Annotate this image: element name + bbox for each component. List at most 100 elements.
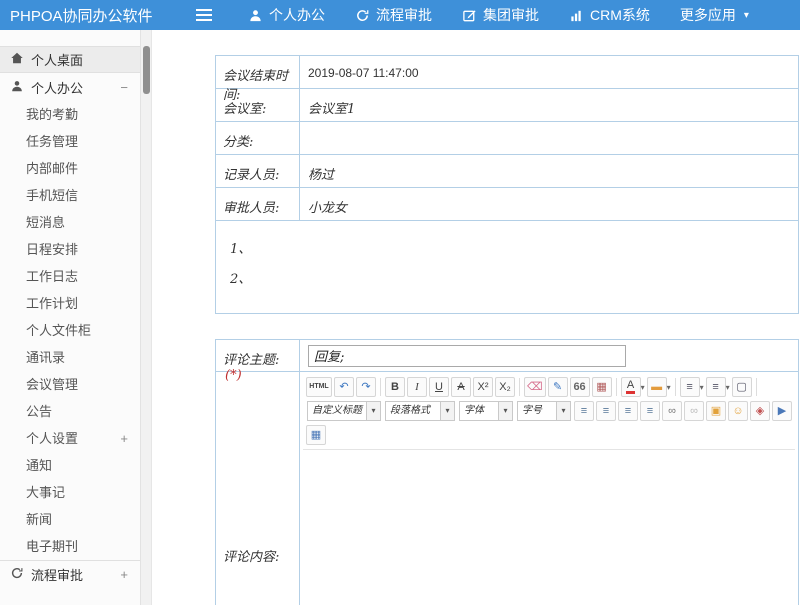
sidebar-item-schedule[interactable]: 日程安排 [0, 236, 140, 263]
sidebar-item-personal-settings[interactable]: 个人设置 + [0, 425, 140, 452]
custom-title-dropdown[interactable]: 自定义标题 ▾ [307, 401, 381, 421]
recorder-row: 记录人员: 杨过 [216, 155, 798, 188]
emoticon-icon[interactable]: ☺ [728, 401, 748, 421]
meeting-end-time-row: 会议结束时间: 2019-08-07 11:47:00 [216, 56, 798, 89]
font-family-dropdown[interactable]: 字体 ▾ [459, 401, 513, 421]
refresh-icon [355, 8, 370, 23]
comment-subject-input[interactable] [308, 345, 626, 367]
undo-icon[interactable]: ↶ [334, 377, 354, 397]
sidebar-item-personal-files[interactable]: 个人文件柜 [0, 317, 140, 344]
source-html-button[interactable]: HTML [306, 377, 332, 397]
superscript-button[interactable]: X² [473, 377, 493, 397]
caret-down-icon[interactable]: ▾ [667, 383, 671, 392]
expand-icon[interactable]: + [120, 425, 128, 452]
sidebar-item-personal-desktop[interactable]: 个人桌面 [0, 46, 140, 73]
comment-form-table: 评论主题: (*) 评论内容: HTML ↶ ↷ [215, 339, 799, 605]
font-size-dropdown[interactable]: 字号 ▾ [517, 401, 571, 421]
align-right-button[interactable]: ≡ [618, 401, 638, 421]
sidebar-item-mobile-sms[interactable]: 手机短信 [0, 182, 140, 209]
content-line: 1、 [230, 235, 798, 265]
field-value: 杨过 [300, 155, 798, 187]
sidebar-item-announcement[interactable]: 公告 [0, 398, 140, 425]
menu-toggle-icon[interactable] [196, 5, 222, 25]
new-document-button[interactable]: ▢ [732, 377, 752, 397]
app-title: PHPOA协同办公软件 [0, 5, 196, 26]
editor-toolbar-row1: HTML ↶ ↷ B I U A X² X₂ ⌫ ✎ [303, 375, 795, 399]
field-label: 会议结束时间: [216, 56, 300, 88]
table-grid-icon[interactable]: ▦ [592, 377, 612, 397]
toolbar-separator [519, 378, 520, 396]
edit-icon [462, 8, 477, 23]
field-value: HTML ↶ ↷ B I U A X² X₂ ⌫ ✎ [300, 372, 798, 605]
sidebar-item-internal-mail[interactable]: 内部邮件 [0, 155, 140, 182]
align-left-button[interactable]: ≡ [574, 401, 594, 421]
caret-down-icon: ▾ [744, 10, 749, 21]
sidebar-item-contacts[interactable]: 通讯录 [0, 344, 140, 371]
comment-content-row: 评论内容: HTML ↶ ↷ B I U A X² [216, 372, 798, 605]
vertical-scrollbar[interactable] [140, 30, 152, 605]
sidebar-item-big-events[interactable]: 大事记 [0, 479, 140, 506]
underline-button[interactable]: U [429, 377, 449, 397]
sidebar-item-e-journal[interactable]: 电子期刊 [0, 533, 140, 560]
category-row: 分类: [216, 122, 798, 155]
toolbar-separator [675, 378, 676, 396]
nav-more-apps[interactable]: 更多应用 ▾ [680, 5, 749, 25]
sidebar-item-notice[interactable]: 通知 [0, 452, 140, 479]
redo-icon[interactable]: ↷ [356, 377, 376, 397]
caret-down-icon[interactable]: ▾ [441, 401, 455, 421]
rich-text-editor: HTML ↶ ↷ B I U A X² X₂ ⌫ ✎ [303, 375, 795, 605]
nav-personal-office[interactable]: 个人办公 [248, 5, 325, 25]
ordered-list-button[interactable]: ≡ [680, 377, 700, 397]
subscript-button[interactable]: X₂ [495, 377, 515, 397]
unlink-icon[interactable]: ∞ [684, 401, 704, 421]
sidebar-item-task-management[interactable]: 任务管理 [0, 128, 140, 155]
remove-format-icon[interactable]: ⌫ [524, 377, 546, 397]
link-icon[interactable]: ∞ [662, 401, 682, 421]
blockquote-icon[interactable]: 66 [570, 377, 590, 397]
caret-down-icon[interactable]: ▾ [499, 401, 513, 421]
sidebar-item-work-plan[interactable]: 工作计划 [0, 290, 140, 317]
align-center-button[interactable]: ≡ [596, 401, 616, 421]
flash-icon[interactable]: ◈ [750, 401, 770, 421]
field-label: 会议室: [216, 89, 300, 121]
sidebar-item-meeting-management[interactable]: 会议管理 [0, 371, 140, 398]
sidebar-item-my-attendance[interactable]: 我的考勤 [0, 101, 140, 128]
bold-button[interactable]: B [385, 377, 405, 397]
insert-table-button[interactable]: ▦ [306, 425, 326, 445]
caret-down-icon[interactable]: ▾ [367, 401, 381, 421]
collapse-icon[interactable]: − [120, 80, 128, 95]
sidebar-group-workflow-approval[interactable]: 流程审批 + [0, 560, 140, 588]
nav-group-approval[interactable]: 集团审批 [462, 5, 539, 25]
sidebar-item-work-log[interactable]: 工作日志 [0, 263, 140, 290]
caret-down-icon[interactable]: ▾ [700, 383, 704, 392]
caret-down-icon[interactable]: ▾ [726, 383, 730, 392]
expand-icon[interactable]: + [120, 567, 128, 582]
caret-down-icon[interactable]: ▾ [557, 401, 571, 421]
editor-content-area[interactable] [303, 449, 795, 605]
unordered-list-button[interactable]: ≡ [706, 377, 726, 397]
italic-button[interactable]: I [407, 377, 427, 397]
sidebar-item-short-message[interactable]: 短消息 [0, 209, 140, 236]
format-brush-icon[interactable]: ✎ [548, 377, 568, 397]
field-label: 审批人员: [216, 188, 300, 220]
insert-image-icon[interactable]: ▣ [706, 401, 726, 421]
toolbar-separator [380, 378, 381, 396]
caret-down-icon[interactable]: ▾ [641, 383, 645, 392]
field-value: 2019-08-07 11:47:00 [300, 56, 798, 88]
nav-crm[interactable]: CRM系统 [569, 5, 650, 25]
nav-workflow-approval[interactable]: 流程审批 [355, 5, 432, 25]
topbar: PHPOA协同办公软件 个人办公 流程审批 集团审批 CRM系统 更多应用 ▾ [0, 0, 800, 30]
toolbar-separator [616, 378, 617, 396]
field-value [300, 122, 798, 154]
strikethrough-button[interactable]: A [451, 377, 471, 397]
sidebar-item-news[interactable]: 新闻 [0, 506, 140, 533]
field-label: 分类: [216, 122, 300, 154]
align-justify-button[interactable]: ≡ [640, 401, 660, 421]
highlighter-button[interactable]: ▬ [647, 377, 667, 397]
font-color-button[interactable]: A [621, 377, 641, 397]
sidebar-group-personal-office[interactable]: 个人办公 − [0, 73, 140, 101]
paragraph-format-dropdown[interactable]: 段落格式 ▾ [385, 401, 455, 421]
scrollbar-thumb[interactable] [143, 46, 150, 94]
media-icon[interactable]: ▶ [772, 401, 792, 421]
editor-toolbar-row2: 自定义标题 ▾ 段落格式 ▾ 字体 ▾ [303, 399, 795, 423]
